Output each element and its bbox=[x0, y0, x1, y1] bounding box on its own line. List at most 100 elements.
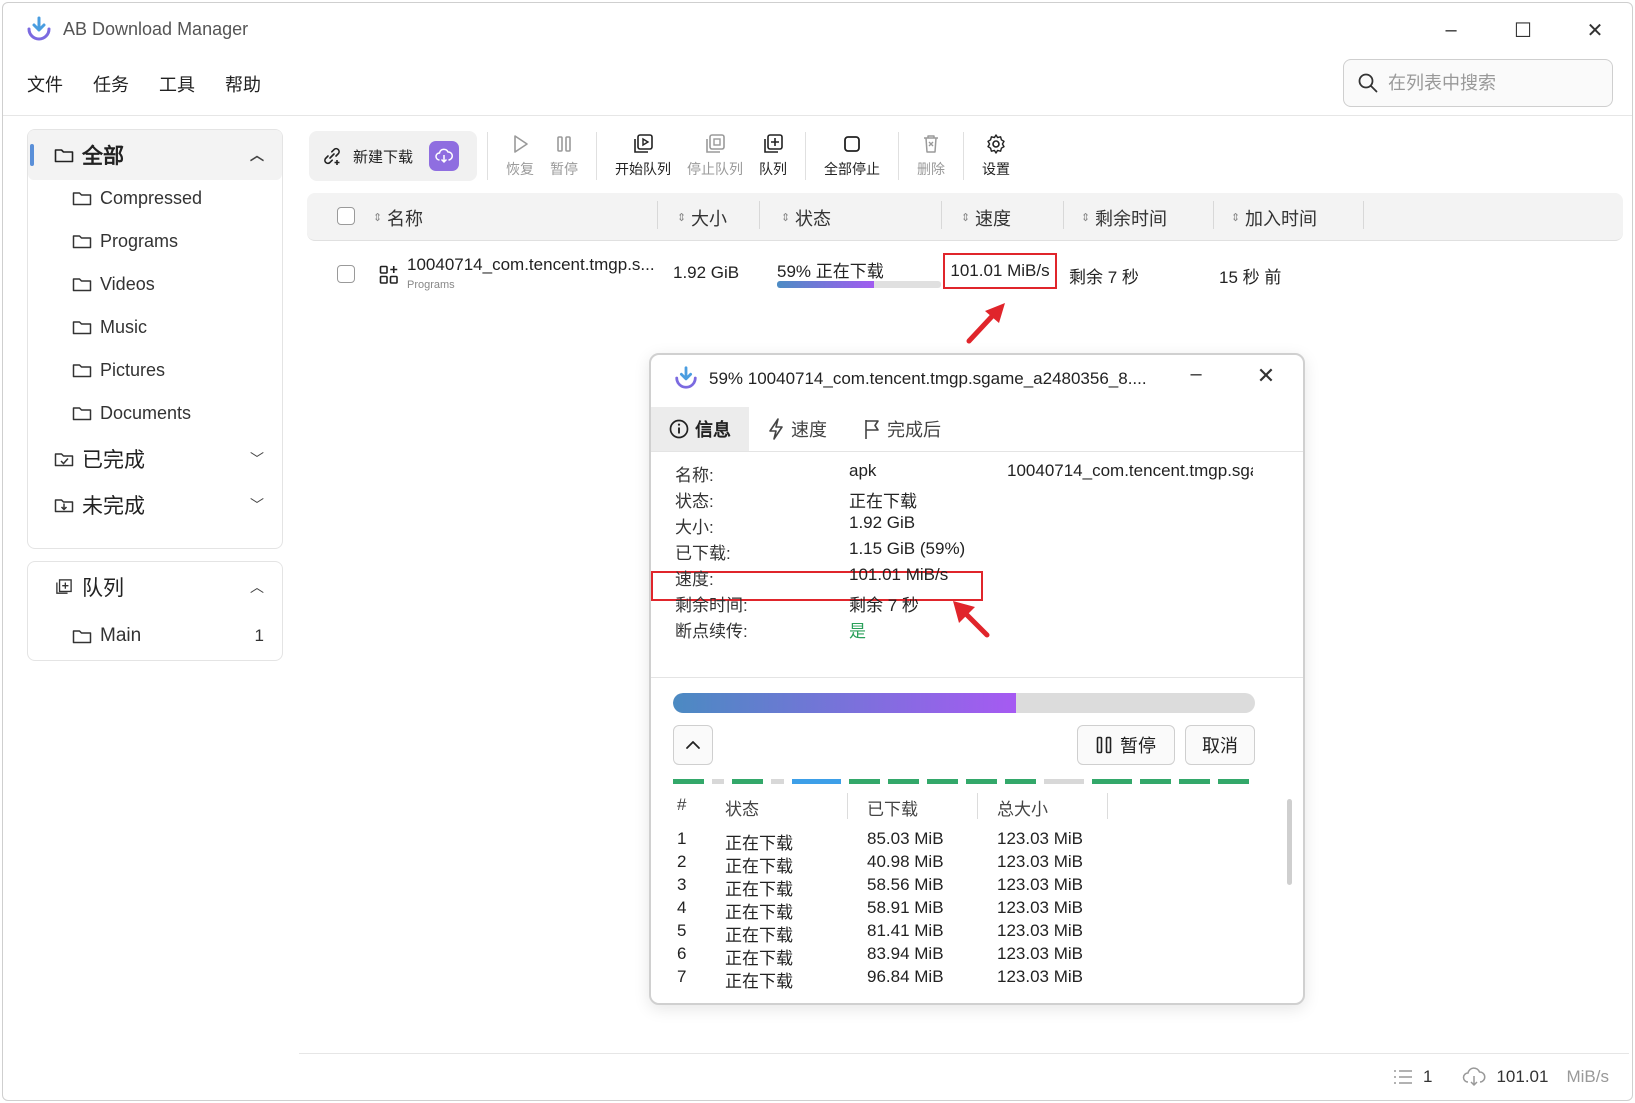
parts-row: 7 正在下载 96.84 MiB 123.03 MiB bbox=[651, 967, 1303, 991]
category-all-label: 全部 bbox=[82, 145, 124, 168]
chevron-down-icon[interactable]: ﹀ bbox=[250, 495, 264, 515]
info-icon bbox=[669, 419, 689, 439]
column-remaining[interactable]: ⇕ 剩余时间 bbox=[1081, 205, 1167, 231]
category-compressed[interactable]: Compressed bbox=[72, 180, 202, 216]
category-documents[interactable]: Documents bbox=[72, 395, 191, 431]
stop-queue-button[interactable]: 停止队列 bbox=[679, 127, 751, 185]
column-divider[interactable] bbox=[1063, 201, 1064, 229]
category-finished[interactable]: 已完成 ﹀ bbox=[28, 434, 282, 484]
maximize-button[interactable]: ☐ bbox=[1503, 15, 1543, 45]
folder-icon bbox=[72, 321, 92, 335]
search-input[interactable] bbox=[1388, 72, 1588, 94]
part-downloaded: 40.98 MiB bbox=[867, 852, 944, 871]
column-speed[interactable]: ⇕ 速度 bbox=[961, 205, 1011, 231]
parts-scrollbar[interactable] bbox=[1287, 799, 1292, 885]
stop-queue-icon bbox=[706, 134, 725, 153]
toolbar-divider bbox=[963, 132, 964, 180]
column-divider[interactable] bbox=[1213, 201, 1214, 229]
select-all-checkbox[interactable] bbox=[337, 207, 355, 225]
chevron-up-icon[interactable]: ︿ bbox=[250, 145, 264, 165]
cloud-download-icon[interactable] bbox=[429, 141, 460, 171]
new-download-button[interactable]: 新建下载 bbox=[309, 131, 477, 181]
tab-info[interactable]: 信息 bbox=[651, 407, 749, 451]
part-downloaded: 83.94 MiB bbox=[867, 944, 944, 963]
menu-tasks[interactable]: 任务 bbox=[89, 69, 133, 99]
tab-on-finish[interactable]: 完成后 bbox=[845, 407, 959, 451]
column-remaining-label: 剩余时间 bbox=[1095, 209, 1167, 229]
category-pictures[interactable]: Pictures bbox=[72, 352, 165, 388]
column-status[interactable]: ⇕ 状态 bbox=[781, 205, 831, 231]
annotation-arrow-icon bbox=[966, 303, 1005, 344]
chevron-up-icon[interactable]: ︿ bbox=[250, 577, 264, 597]
close-button[interactable]: ✕ bbox=[1575, 15, 1615, 45]
info-value-remaining: 剩余 7 秒 bbox=[849, 596, 919, 615]
tab-speed[interactable]: 速度 bbox=[749, 407, 845, 451]
category-unfinished[interactable]: 未完成 ﹀ bbox=[28, 480, 282, 530]
queue-item-main[interactable]: Main bbox=[72, 618, 268, 654]
category-programs[interactable]: Programs bbox=[72, 223, 178, 259]
info-value-name: apk bbox=[849, 461, 877, 480]
stop-icon bbox=[844, 136, 860, 152]
queue-header[interactable]: 队列 ︿ bbox=[28, 562, 282, 612]
column-added[interactable]: ⇕ 加入时间 bbox=[1231, 205, 1317, 231]
column-divider[interactable] bbox=[657, 201, 658, 229]
resume-button[interactable]: 恢复 bbox=[498, 127, 542, 185]
menu-file[interactable]: 文件 bbox=[23, 69, 67, 99]
queue-count: 1 bbox=[254, 626, 264, 645]
parts-row: 6 正在下载 83.94 MiB 123.03 MiB bbox=[651, 944, 1303, 968]
menu-help[interactable]: 帮助 bbox=[221, 69, 265, 99]
dialog-tabs: 信息 速度 完成后 bbox=[651, 407, 1303, 451]
menu-tools[interactable]: 工具 bbox=[155, 69, 199, 99]
part-status: 正在下载 bbox=[725, 834, 793, 853]
annotation-arrow-icon bbox=[953, 601, 990, 638]
start-queue-button[interactable]: 开始队列 bbox=[607, 127, 679, 185]
folder-icon bbox=[54, 149, 74, 163]
pause-button[interactable]: 暂停 bbox=[542, 127, 586, 185]
folder-icon bbox=[72, 364, 92, 378]
settings-button[interactable]: 设置 bbox=[974, 127, 1018, 185]
toolbar-divider bbox=[596, 132, 597, 180]
sort-icon: ⇕ bbox=[677, 212, 687, 224]
column-size[interactable]: ⇕ 大小 bbox=[677, 205, 727, 231]
dialog-minimize-button[interactable]: – bbox=[1181, 363, 1211, 386]
category-music[interactable]: Music bbox=[72, 309, 147, 345]
category-all[interactable]: 全部 ︿ bbox=[28, 130, 282, 180]
flag-icon bbox=[865, 420, 879, 439]
table-row[interactable]: 10040714_com.tencent.tmgp.s... Programs … bbox=[307, 247, 1623, 305]
queue-button[interactable]: 队列 bbox=[751, 127, 795, 185]
delete-button[interactable]: 删除 bbox=[909, 127, 953, 185]
minimize-button[interactable]: – bbox=[1431, 15, 1471, 45]
pause-icon bbox=[557, 136, 571, 152]
pause-label: 暂停 bbox=[550, 161, 578, 177]
queue-add-icon bbox=[764, 134, 783, 153]
stop-all-button[interactable]: 全部停止 bbox=[816, 127, 888, 185]
download-dialog: 59% 10040714_com.tencent.tmgp.sgame_a248… bbox=[649, 353, 1305, 1005]
row-checkbox[interactable] bbox=[337, 265, 355, 283]
category-label: Programs bbox=[100, 230, 179, 251]
category-panel: 全部 ︿ Compressed Programs Videos Music Pi… bbox=[27, 129, 283, 549]
chevron-down-icon[interactable]: ﹀ bbox=[250, 449, 264, 469]
dialog-pause-button[interactable]: 暂停 bbox=[1077, 725, 1175, 765]
toolbar-divider bbox=[487, 132, 488, 180]
category-videos[interactable]: Videos bbox=[72, 266, 155, 302]
cloud-download-icon bbox=[1463, 1067, 1486, 1087]
column-divider[interactable] bbox=[759, 201, 760, 229]
toolbar: 新建下载 恢复 暂停 开始队列 停止队列 队列 全部停止 删除 设置 bbox=[309, 127, 1018, 185]
menu-bar: 文件 任务 工具 帮助 bbox=[23, 69, 265, 99]
program-icon bbox=[379, 265, 398, 284]
expand-parts-button[interactable] bbox=[673, 725, 713, 765]
parts-column-total: 总大小 bbox=[997, 800, 1048, 819]
title-bar: AB Download Manager – ☐ ✕ bbox=[3, 3, 1632, 57]
dialog-cancel-button[interactable]: 取消 bbox=[1185, 725, 1255, 765]
folder-icon bbox=[72, 407, 92, 421]
start-queue-label: 开始队列 bbox=[615, 161, 671, 177]
column-divider[interactable] bbox=[1363, 201, 1364, 229]
part-index: 7 bbox=[677, 967, 687, 986]
column-status-label: 状态 bbox=[795, 209, 831, 229]
column-divider[interactable] bbox=[941, 201, 942, 229]
column-name[interactable]: ⇕ 名称 bbox=[373, 205, 423, 231]
dialog-close-button[interactable]: ✕ bbox=[1251, 363, 1281, 389]
part-total: 123.03 MiB bbox=[997, 852, 1083, 871]
parts-row: 2 正在下载 40.98 MiB 123.03 MiB bbox=[651, 852, 1303, 876]
part-segment bbox=[673, 779, 704, 784]
